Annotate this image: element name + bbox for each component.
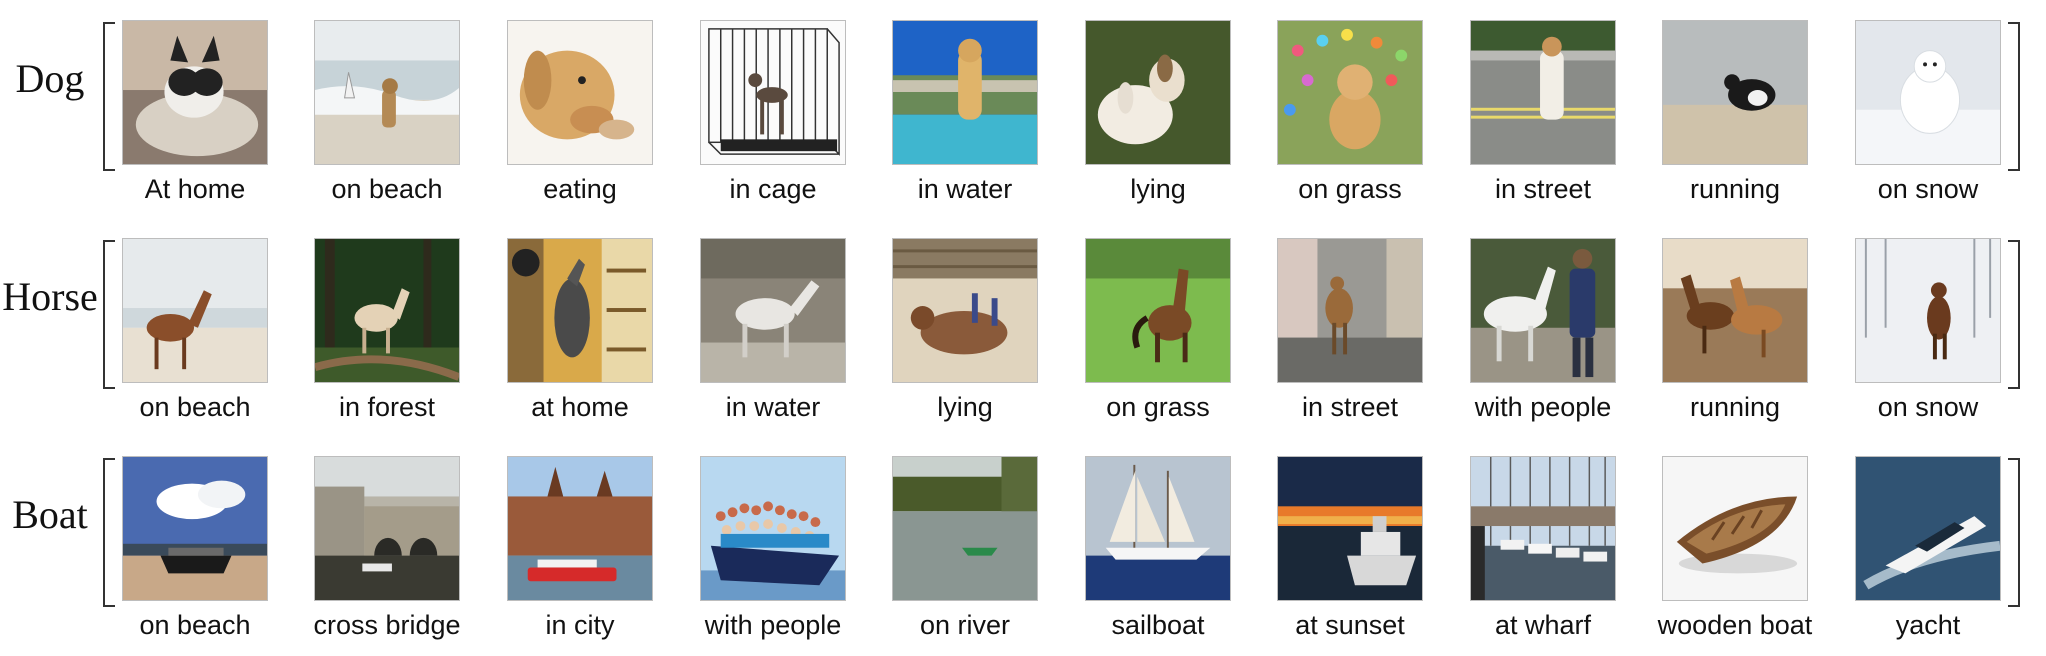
caption: yacht: [1895, 610, 1961, 640]
row-label-boat: Boat: [12, 492, 88, 537]
image-horse-lying[interactable]: [892, 238, 1038, 383]
image-boat-yacht[interactable]: [1855, 456, 2001, 601]
image-cell[interactable]: lying: [1085, 20, 1231, 204]
image-boat-on-beach[interactable]: [122, 456, 268, 601]
image-cell[interactable]: on river: [892, 456, 1038, 640]
row-boat: Boat on beach cross bridge in city with …: [0, 456, 2046, 656]
image-cell[interactable]: at sunset: [1277, 456, 1423, 640]
image-cell[interactable]: running: [1662, 20, 1808, 204]
image-horse-in-street[interactable]: [1277, 238, 1423, 383]
image-horse-on-grass[interactable]: [1085, 238, 1231, 383]
image-dog-on-snow[interactable]: [1855, 20, 2001, 165]
row-horse: Horse on beach in forest at home in wate…: [0, 238, 2046, 438]
image-cell[interactable]: on snow: [1855, 238, 2001, 422]
image-boat-with-people[interactable]: [700, 456, 846, 601]
image-horse-on-snow[interactable]: [1855, 238, 2001, 383]
image-horse-on-beach[interactable]: [122, 238, 268, 383]
right-bracket: [2008, 458, 2020, 607]
right-bracket: [2008, 240, 2020, 389]
image-cell[interactable]: on beach: [122, 456, 268, 640]
image-cell[interactable]: running: [1662, 238, 1808, 422]
image-horse-with-people[interactable]: [1470, 238, 1616, 383]
image-cell[interactable]: in water: [892, 20, 1038, 204]
image-cell[interactable]: on grass: [1277, 20, 1423, 204]
image-cell[interactable]: sailboat: [1085, 456, 1231, 640]
image-cell[interactable]: on beach: [314, 20, 460, 204]
image-cell[interactable]: on beach: [122, 238, 268, 422]
image-dog-running[interactable]: [1662, 20, 1808, 165]
image-boat-on-river[interactable]: [892, 456, 1038, 601]
row-label-dog: Dog: [15, 56, 85, 101]
image-dog-in-street[interactable]: [1470, 20, 1616, 165]
image-cell[interactable]: in forest: [314, 238, 460, 422]
image-cell[interactable]: at home: [507, 238, 653, 422]
image-cell[interactable]: on snow: [1855, 20, 2001, 204]
image-cell[interactable]: in street: [1470, 20, 1616, 204]
image-cell[interactable]: in cage: [700, 20, 846, 204]
image-boat-at-wharf[interactable]: [1470, 456, 1616, 601]
image-dog-at-home[interactable]: [122, 20, 268, 165]
image-boat-wooden-boat[interactable]: [1662, 456, 1808, 601]
left-bracket: [103, 458, 115, 607]
left-bracket: [103, 240, 115, 389]
image-cell[interactable]: with people: [700, 456, 846, 640]
image-dog-on-grass[interactable]: [1277, 20, 1423, 165]
image-cell[interactable]: in city: [507, 456, 653, 640]
image-cell[interactable]: wooden boat: [1658, 456, 1812, 640]
image-dog-eating[interactable]: [507, 20, 653, 165]
image-cell[interactable]: in water: [700, 238, 846, 422]
image-cell[interactable]: yacht: [1855, 456, 2001, 640]
left-bracket: [103, 22, 115, 171]
row-label-horse: Horse: [2, 274, 98, 319]
image-dog-in-cage[interactable]: [700, 20, 846, 165]
caption: on snow: [1877, 174, 1979, 204]
image-boat-at-sunset[interactable]: [1277, 456, 1423, 601]
image-boat-in-city[interactable]: [507, 456, 653, 601]
image-cell[interactable]: cross bridge: [313, 456, 461, 640]
image-cell[interactable]: with people: [1470, 238, 1616, 422]
image-dog-lying[interactable]: [1085, 20, 1231, 165]
image-horse-in-forest[interactable]: [314, 238, 460, 383]
image-boat-sailboat[interactable]: [1085, 456, 1231, 601]
image-cell[interactable]: on grass: [1085, 238, 1231, 422]
image-cell[interactable]: at wharf: [1470, 456, 1616, 640]
image-horse-at-home[interactable]: [507, 238, 653, 383]
image-cell[interactable]: in street: [1277, 238, 1423, 422]
image-dog-in-water[interactable]: [892, 20, 1038, 165]
image-horse-in-water[interactable]: [700, 238, 846, 383]
right-bracket: [2008, 22, 2020, 171]
image-cell[interactable]: At home: [122, 20, 268, 204]
row-dog: Dog At home on beach eating in cage in w…: [0, 20, 2046, 220]
image-cell[interactable]: eating: [507, 20, 653, 204]
image-dog-on-beach[interactable]: [314, 20, 460, 165]
image-horse-running[interactable]: [1662, 238, 1808, 383]
image-boat-cross-bridge[interactable]: [314, 456, 460, 601]
caption: on snow: [1877, 392, 1979, 422]
image-cell[interactable]: lying: [892, 238, 1038, 422]
